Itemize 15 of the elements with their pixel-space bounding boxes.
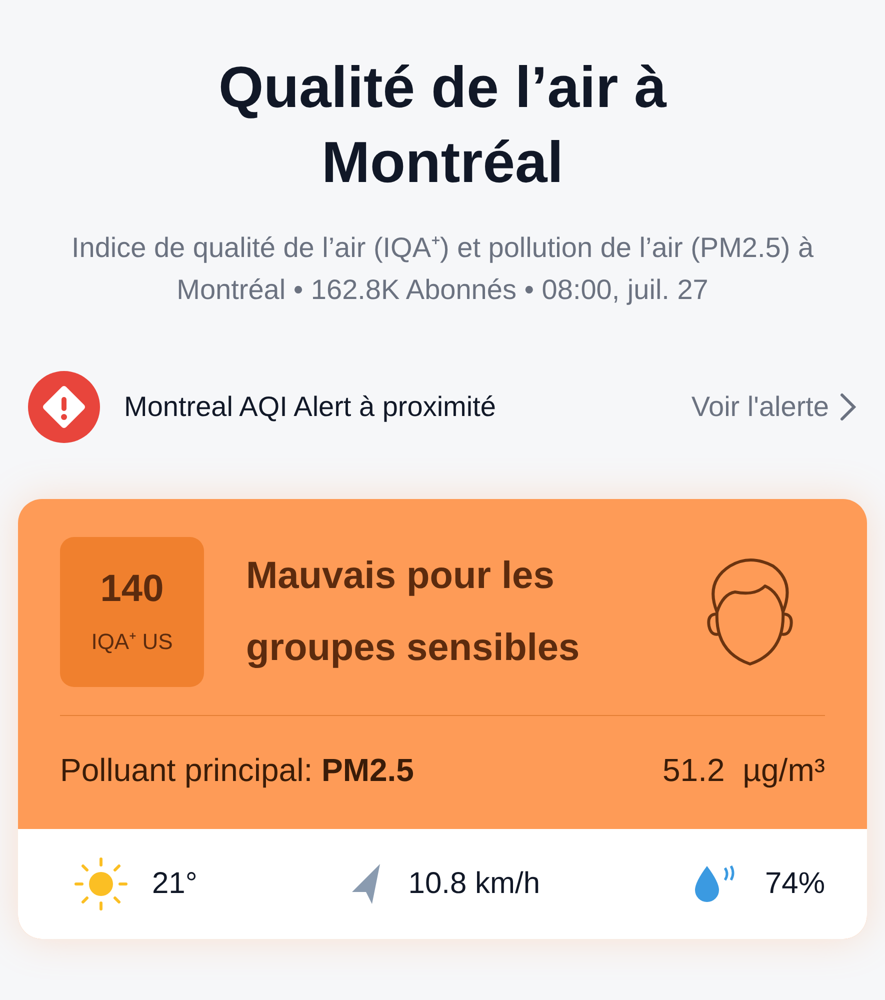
page-title: Qualité de l’air à Montréal: [217, 54, 668, 198]
subtitle: Indice de qualité de l’air (IQA⁺) et pollution de l’air (PM2.5) à Montréal • 162.8K Abonnés • 08:00, juil. 27: [70, 230, 815, 307]
concentration: 51.2 µg/m³: [662, 752, 825, 789]
warning-icon: [28, 370, 100, 443]
sun-icon: [74, 856, 128, 911]
aqi-value: 140: [100, 568, 164, 612]
chevron-right-icon: [839, 392, 857, 422]
wind-speed: 10.8 km/h: [408, 866, 540, 901]
main-pollutant: Polluant principal: PM2.5: [60, 752, 414, 789]
aqi-status: Mauvais pour les groupes sensibles: [246, 554, 581, 671]
aqi-unit: IQA⁺ US: [91, 628, 173, 656]
temperature: 21°: [152, 866, 198, 901]
alert-text: Montreal AQI Alert à proximité: [124, 390, 496, 423]
humidity: 74%: [764, 866, 825, 901]
view-alert-link[interactable]: Voir l'alerte: [691, 390, 857, 423]
